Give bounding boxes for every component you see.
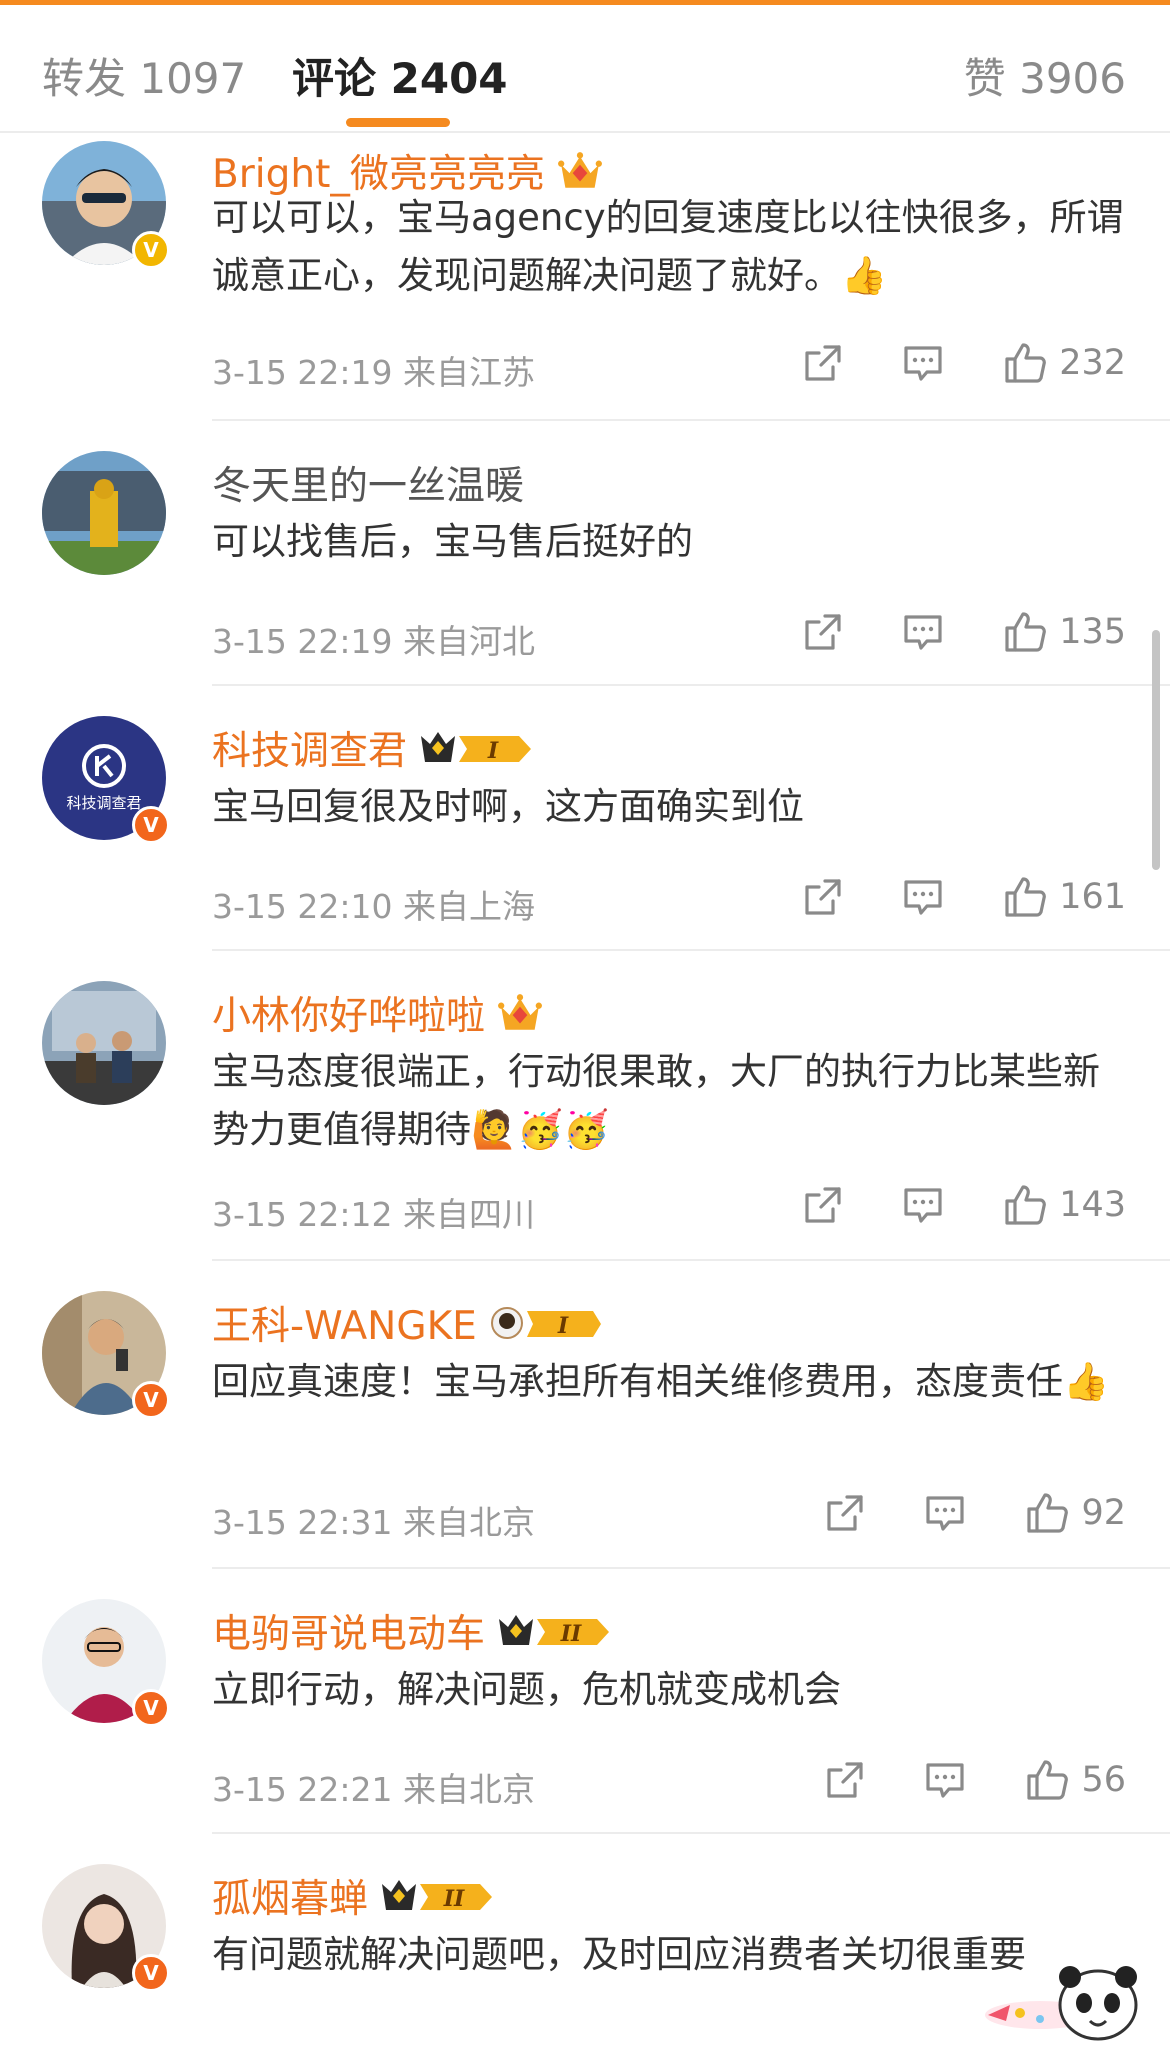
crown-level-icon: I xyxy=(419,728,535,768)
verified-badge: V xyxy=(132,806,170,844)
crown-gem-icon xyxy=(497,992,543,1034)
username-text: 电驹哥说电动车 xyxy=(212,1612,486,1657)
divider xyxy=(212,1567,1170,1569)
comment-actions: 92 xyxy=(767,1489,1126,1537)
like-button[interactable]: 232 xyxy=(1001,339,1126,387)
comment-meta: 3-15 22:19 来自江苏 xyxy=(212,353,535,392)
crown-level-icon: II xyxy=(497,1611,613,1651)
like-button[interactable]: 92 xyxy=(1023,1489,1126,1537)
comment-meta: 3-15 22:19 来自河北 xyxy=(212,622,535,661)
like-count: 143 xyxy=(1059,1185,1126,1225)
svg-text:II: II xyxy=(560,1621,582,1647)
username-text: 孤烟暮蝉 xyxy=(212,1877,369,1922)
comment-actions: 232 xyxy=(745,339,1126,387)
comment-meta: 3-15 22:10 来自上海 xyxy=(212,887,535,926)
comment-text: 宝马回复很及时啊，这方面确实到位 xyxy=(212,785,804,828)
like-button[interactable]: 143 xyxy=(1001,1181,1126,1229)
share-icon[interactable] xyxy=(801,1183,845,1227)
crown-gem-icon xyxy=(557,150,603,192)
comment-meta: 3-15 22:12 来自四川 xyxy=(212,1195,535,1234)
comment-text: 可以找售后，宝马售后挺好的 xyxy=(212,520,693,563)
username[interactable]: 孤烟暮蝉 II xyxy=(212,1868,496,1924)
tab-comments[interactable]: 评论 2404 xyxy=(292,45,508,106)
thumbs-up-icon xyxy=(1001,1181,1049,1229)
share-icon[interactable] xyxy=(823,1491,867,1535)
avatar[interactable] xyxy=(42,451,166,575)
thumbs-up-icon xyxy=(1023,1756,1071,1804)
username[interactable]: 电驹哥说电动车 II xyxy=(212,1603,613,1659)
comment-tabs: 转发 1097 评论 2404 赞 3906 xyxy=(0,5,1170,133)
divider xyxy=(212,684,1170,686)
reply-icon[interactable] xyxy=(901,1183,945,1227)
like-count: 135 xyxy=(1059,612,1126,652)
like-button[interactable]: 56 xyxy=(1023,1756,1126,1804)
username[interactable]: 王科-WANGKE I xyxy=(212,1295,605,1351)
avatar[interactable]: V xyxy=(42,1291,170,1419)
share-icon[interactable] xyxy=(823,1758,867,1802)
comment-actions: 143 xyxy=(745,1181,1126,1229)
comment-meta: 3-15 22:31 来自北京 xyxy=(212,1503,535,1542)
like-count: 56 xyxy=(1081,1760,1126,1800)
reply-icon[interactable] xyxy=(901,875,945,919)
username-text: 王科-WANGKE xyxy=(212,1304,477,1349)
verified-badge: V xyxy=(132,231,170,269)
comment-text: 回应真速度！宝马承担所有相关维修费用，态度责任👍 xyxy=(212,1360,1110,1403)
reply-icon[interactable] xyxy=(901,610,945,654)
tab-likes[interactable]: 赞 3906 xyxy=(964,45,1126,106)
avatar[interactable]: V xyxy=(42,141,170,269)
username[interactable]: 科技调查君 I xyxy=(212,720,535,776)
comment-text: 可以可以，宝马agency的回复速度比以往快很多，所谓诚意正心，发现问题解决问题… xyxy=(212,196,1124,297)
comment-actions: 56 xyxy=(767,1756,1126,1804)
reply-icon[interactable] xyxy=(901,341,945,385)
comment-actions: 135 xyxy=(745,608,1126,656)
tab-repost[interactable]: 转发 1097 xyxy=(42,45,246,106)
avatar[interactable]: 科技调查君 V xyxy=(42,716,170,844)
thumbs-up-icon xyxy=(1001,608,1049,656)
like-button[interactable]: 135 xyxy=(1001,608,1126,656)
share-icon[interactable] xyxy=(801,610,845,654)
share-icon[interactable] xyxy=(801,341,845,385)
username-text: 科技调查君 xyxy=(212,729,408,774)
share-icon[interactable] xyxy=(801,875,845,919)
sticker-panda-icon[interactable] xyxy=(980,1935,1150,2048)
avatar-logo-text: 科技调查君 xyxy=(66,794,141,812)
avatar[interactable]: V xyxy=(42,1864,170,1992)
svg-text:II: II xyxy=(443,1886,465,1912)
like-button[interactable]: 161 xyxy=(1001,873,1126,921)
svg-text:I: I xyxy=(487,738,499,764)
divider xyxy=(212,1259,1170,1261)
reply-icon[interactable] xyxy=(923,1491,967,1535)
comment-text: 宝马态度很端正，行动很果敢，大厂的执行力比某些新势力更值得期待🙋🥳🥳 xyxy=(212,1050,1100,1151)
verified-badge: V xyxy=(132,1689,170,1727)
comment-meta: 3-15 22:21 来自北京 xyxy=(212,1770,535,1809)
thumbs-up-icon xyxy=(1001,339,1049,387)
divider xyxy=(212,1832,1170,1834)
astronaut-level-icon: I xyxy=(489,1303,605,1343)
verified-badge: V xyxy=(132,1954,170,1992)
reply-icon[interactable] xyxy=(923,1758,967,1802)
comment-actions: 161 xyxy=(745,873,1126,921)
divider xyxy=(212,419,1170,421)
like-count: 161 xyxy=(1059,877,1126,917)
thumbs-up-icon xyxy=(1023,1489,1071,1537)
scrollbar[interactable] xyxy=(1152,630,1160,870)
avatar[interactable]: V xyxy=(42,1599,170,1727)
thumbs-up-icon xyxy=(1001,873,1049,921)
username[interactable]: 小林你好哗啦啦 xyxy=(212,985,543,1041)
avatar[interactable] xyxy=(42,981,166,1105)
username[interactable]: 冬天里的一丝温暖 xyxy=(212,455,524,511)
comment-text: 立即行动，解决问题，危机就变成机会 xyxy=(212,1668,841,1711)
svg-text:I: I xyxy=(557,1313,569,1339)
like-count: 92 xyxy=(1081,1493,1126,1533)
like-count: 232 xyxy=(1059,343,1126,383)
divider xyxy=(212,949,1170,951)
username-text: 小林你好哗啦啦 xyxy=(212,994,486,1039)
crown-level-icon: II xyxy=(380,1876,496,1916)
active-tab-indicator xyxy=(346,118,450,127)
verified-badge: V xyxy=(132,1381,170,1419)
